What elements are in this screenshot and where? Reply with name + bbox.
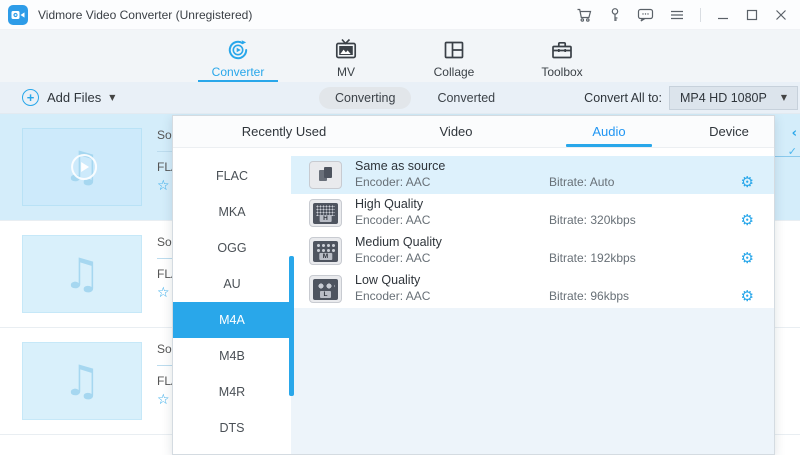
profile-encoder: Encoder: AAC	[355, 213, 430, 227]
toolbox-icon	[550, 37, 574, 63]
same-as-source-icon	[309, 161, 342, 189]
profile-list: Same as source Encoder: AAC Bitrate: Aut…	[291, 148, 774, 454]
output-format-panel: Recently Used Video Audio Device FLAC MK…	[172, 115, 775, 455]
settings-gear-icon[interactable]: ⚙	[741, 289, 754, 304]
title-bar: Vidmore Video Converter (Unregistered)	[0, 0, 800, 30]
tab-mv[interactable]: MV	[309, 30, 383, 82]
profile-bitrate: Bitrate: Auto	[549, 175, 614, 189]
minimize-button[interactable]	[716, 8, 730, 22]
audio-thumbnail[interactable]: ♫	[22, 128, 142, 206]
tab-device[interactable]: Device	[709, 116, 749, 147]
profile-row-high-quality[interactable]: H High Quality Encoder: AAC Bitrate: 320…	[291, 194, 774, 232]
register-key-icon[interactable]	[608, 7, 622, 23]
music-note-icon: ♫	[63, 253, 101, 295]
profile-encoder: Encoder: AAC	[355, 289, 430, 303]
converter-icon	[225, 37, 251, 63]
medium-quality-icon: M	[309, 237, 342, 265]
profile-row-medium-quality[interactable]: M Medium Quality Encoder: AAC Bitrate: 1…	[291, 232, 774, 270]
profile-row-low-quality[interactable]: L Low Quality Encoder: AAC Bitrate: 96kb…	[291, 270, 774, 308]
tab-recently-used[interactable]: Recently Used	[242, 116, 327, 147]
convert-all-label: Convert All to:	[584, 91, 662, 105]
format-item-au[interactable]: AU	[173, 266, 291, 302]
titlebar-separator	[700, 8, 701, 22]
tab-toolbox-label: Toolbox	[541, 65, 582, 79]
play-icon[interactable]	[71, 154, 97, 180]
tab-converter-label: Converter	[212, 65, 265, 79]
profile-name: High Quality	[355, 197, 423, 211]
format-item-m4b[interactable]: M4B	[173, 338, 291, 374]
profile-bitrate: Bitrate: 192kbps	[549, 251, 636, 265]
format-list-scrollbar[interactable]	[289, 256, 294, 396]
maximize-button[interactable]	[745, 8, 759, 22]
plus-icon: +	[22, 89, 39, 106]
settings-gear-icon[interactable]: ⚙	[741, 213, 754, 228]
tab-toolbox[interactable]: Toolbox	[525, 30, 599, 82]
app-logo-icon	[8, 5, 28, 25]
feedback-chat-icon[interactable]	[637, 7, 654, 23]
profile-row-same-as-source[interactable]: Same as source Encoder: AAC Bitrate: Aut…	[291, 156, 774, 194]
toolbar: + Add Files ▼ Converting Converted Conve…	[0, 82, 800, 114]
convert-all-caret-icon: ▼	[781, 93, 787, 102]
format-item-flac[interactable]: FLAC	[173, 158, 291, 194]
convert-all-dropdown[interactable]: MP4 HD 1080P ▼	[669, 86, 798, 110]
settings-gear-icon[interactable]: ⚙	[741, 175, 754, 190]
active-tab-underline	[566, 144, 652, 147]
low-quality-icon: L	[309, 275, 342, 303]
window-title: Vidmore Video Converter (Unregistered)	[38, 8, 252, 22]
format-list: FLAC MKA OGG AU M4A M4B M4R DTS	[173, 148, 291, 454]
add-files-button[interactable]: + Add Files ▼	[22, 82, 115, 113]
profile-list-background	[291, 308, 774, 454]
collage-icon	[442, 37, 466, 63]
main-nav: Converter MV Collage	[0, 30, 800, 82]
format-item-m4a[interactable]: M4A	[173, 302, 291, 338]
music-note-icon: ♫	[63, 360, 101, 402]
format-item-m4r[interactable]: M4R	[173, 374, 291, 410]
tab-converter[interactable]: Converter	[201, 30, 275, 82]
menu-icon[interactable]	[669, 8, 685, 22]
converting-segment[interactable]: Converting	[319, 87, 411, 109]
tab-audio[interactable]: Audio	[592, 116, 625, 147]
high-quality-icon: H	[309, 199, 342, 227]
format-item-mka[interactable]: MKA	[173, 194, 291, 230]
settings-gear-icon[interactable]: ⚙	[741, 251, 754, 266]
tab-collage-label: Collage	[434, 65, 475, 79]
tab-mv-label: MV	[337, 65, 355, 79]
store-cart-icon[interactable]	[576, 7, 593, 23]
convert-all-value: MP4 HD 1080P	[680, 91, 767, 105]
format-item-dts[interactable]: DTS	[173, 410, 291, 446]
profile-name: Same as source	[355, 159, 445, 173]
mv-icon	[334, 37, 358, 63]
profile-name: Low Quality	[355, 273, 420, 287]
add-files-label: Add Files	[47, 90, 101, 105]
tab-video[interactable]: Video	[439, 116, 472, 147]
profile-encoder: Encoder: AAC	[355, 251, 430, 265]
format-panel-tabs: Recently Used Video Audio Device	[173, 116, 774, 148]
row-divider	[775, 156, 800, 157]
profile-bitrate: Bitrate: 96kbps	[549, 289, 629, 303]
chevron-left-icon[interactable]: ‹	[792, 126, 797, 141]
format-item-ogg[interactable]: OGG	[173, 230, 291, 266]
tab-collage[interactable]: Collage	[417, 30, 491, 82]
add-files-caret-icon[interactable]: ▼	[109, 93, 115, 102]
converted-segment[interactable]: Converted	[437, 91, 495, 105]
profile-name: Medium Quality	[355, 235, 442, 249]
audio-thumbnail[interactable]: ♫	[22, 235, 142, 313]
profile-encoder: Encoder: AAC	[355, 175, 430, 189]
audio-thumbnail[interactable]: ♫	[22, 342, 142, 420]
close-button[interactable]	[774, 8, 788, 22]
profile-bitrate: Bitrate: 320kbps	[549, 213, 636, 227]
